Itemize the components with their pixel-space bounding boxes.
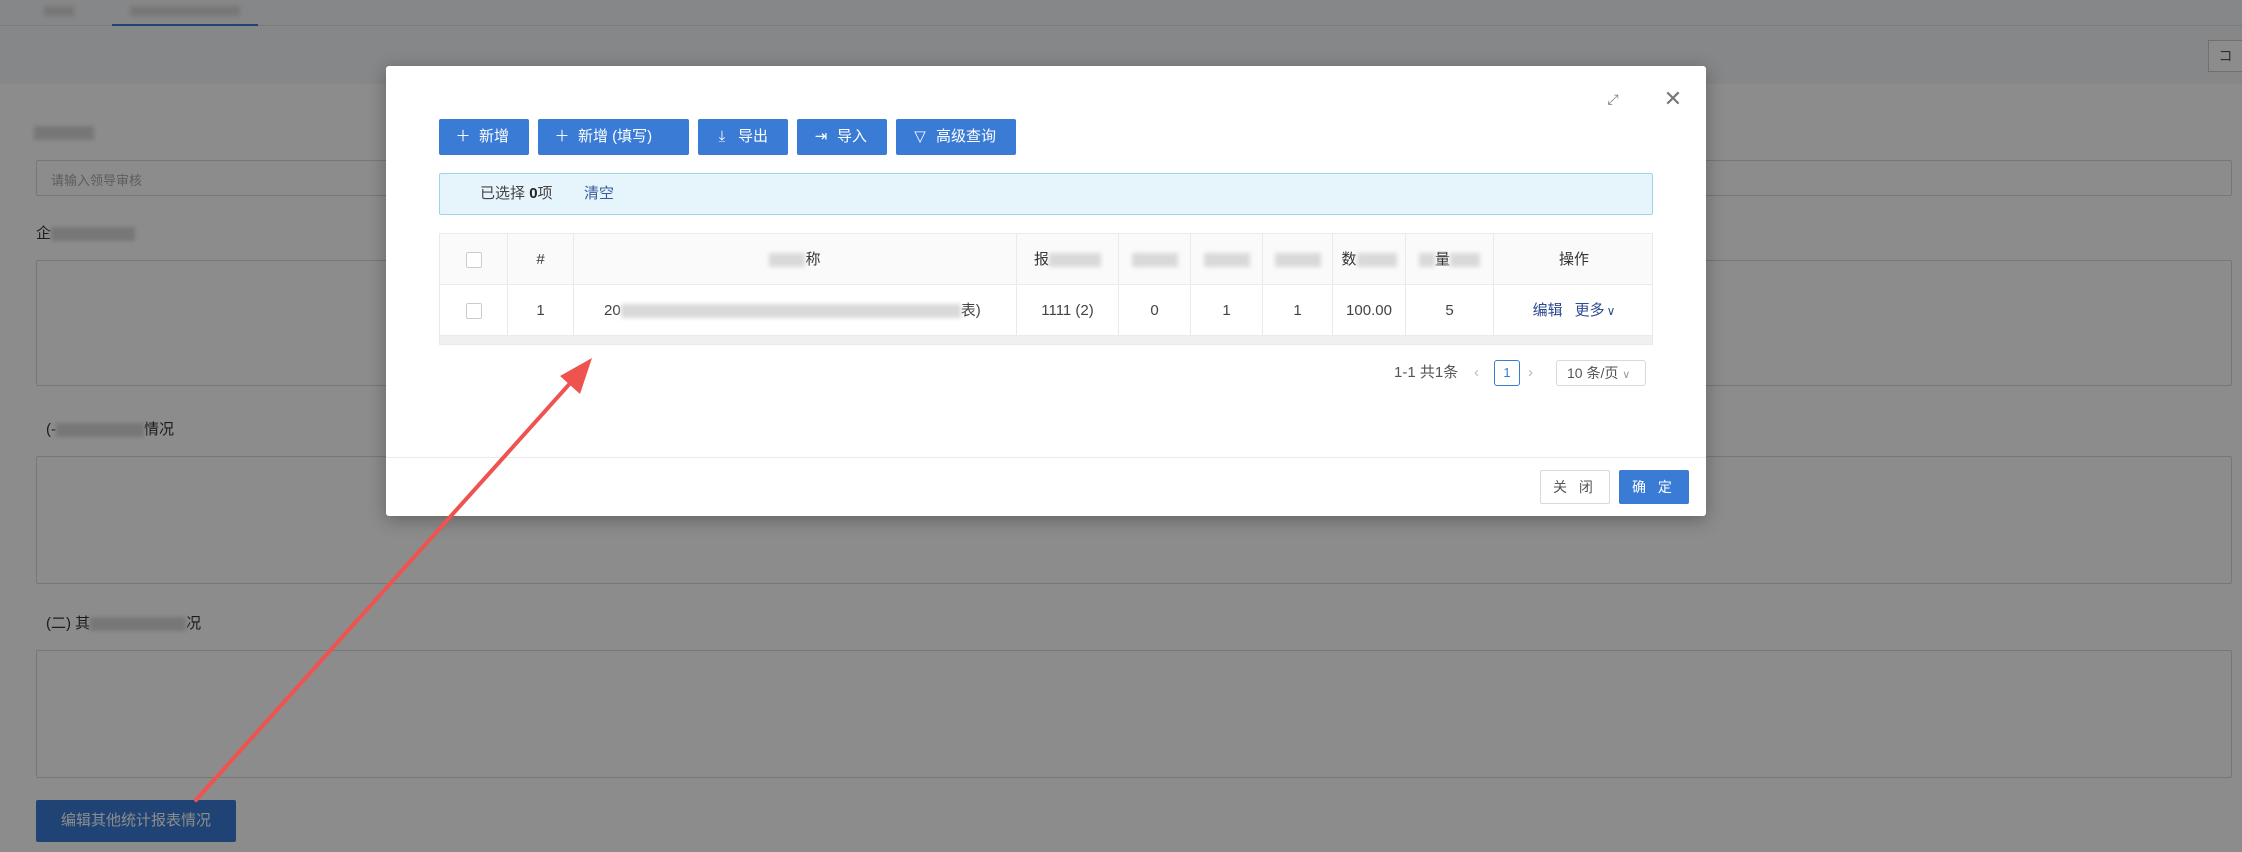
plus-icon: ＋ bbox=[455, 128, 471, 145]
table-row: 1 20 表) 1111 (2) 0 1 1 100.00 5 编辑 更多 ∨ bbox=[440, 285, 1652, 336]
header-col6 bbox=[1263, 234, 1333, 285]
row-name: 20 表) bbox=[574, 285, 1017, 336]
plus-icon: ＋ bbox=[554, 128, 570, 145]
header-index: # bbox=[508, 234, 574, 285]
row-actions: 编辑 更多 ∨ bbox=[1494, 285, 1654, 336]
clear-selection-link[interactable]: 清空 bbox=[584, 174, 614, 214]
row-checkbox[interactable] bbox=[465, 303, 482, 320]
more-dropdown[interactable]: 更多 ∨ bbox=[1575, 302, 1616, 319]
pagination-total: 1-1 共1条 bbox=[1394, 364, 1459, 381]
header-select-all bbox=[440, 234, 508, 285]
row-col4: 0 bbox=[1119, 285, 1191, 336]
row-col5: 1 bbox=[1191, 285, 1263, 336]
chevron-down-icon: ∨ bbox=[1606, 304, 1616, 318]
close-button[interactable]: 关 闭 bbox=[1540, 470, 1610, 504]
row-select-cell bbox=[440, 285, 508, 336]
next-page-icon[interactable]: › bbox=[1528, 360, 1533, 386]
report-modal: ⤢ ✕ ＋新增 ＋新增 (填写) ⤓ 导出 ⇥ 导入 ▽ 高级查询 已选择 0项 清空… bbox=[386, 66, 1706, 516]
header-col8: 量 bbox=[1406, 234, 1494, 285]
selection-alert: 已选择 0项 清空 bbox=[439, 173, 1653, 215]
selection-count: 已选择 0项 bbox=[480, 185, 553, 202]
edit-link[interactable]: 编辑 bbox=[1533, 302, 1563, 319]
page-size-select[interactable]: 10 条/页 ∨ bbox=[1556, 360, 1646, 386]
import-icon: ⇥ bbox=[814, 128, 828, 145]
advanced-query-button[interactable]: ▽ 高级查询 bbox=[896, 119, 1016, 155]
row-col6: 1 bbox=[1263, 285, 1333, 336]
row-col8: 5 bbox=[1406, 285, 1494, 336]
table-header-row: # 称 报 数 量 操作 bbox=[440, 234, 1652, 285]
header-col4 bbox=[1119, 234, 1191, 285]
prev-page-icon[interactable]: ‹ bbox=[1474, 360, 1479, 386]
header-col3: 报 bbox=[1017, 234, 1119, 285]
table-horizontal-scrollbar[interactable] bbox=[440, 336, 1652, 344]
confirm-button[interactable]: 确 定 bbox=[1619, 470, 1689, 504]
maximize-icon[interactable]: ⤢ bbox=[1600, 86, 1626, 112]
filter-icon: ▽ bbox=[914, 128, 926, 145]
header-col7: 数 bbox=[1333, 234, 1406, 285]
select-all-checkbox[interactable] bbox=[465, 252, 482, 269]
add-fill-button[interactable]: ＋新增 (填写) bbox=[538, 119, 689, 155]
download-icon: ⤓ bbox=[718, 128, 726, 145]
row-col7: 100.00 bbox=[1333, 285, 1406, 336]
data-table: # 称 报 数 量 操作 1 20 表) 1111 (2) 0 1 1 100.0… bbox=[439, 233, 1653, 345]
row-col3: 1111 (2) bbox=[1017, 285, 1119, 336]
import-button[interactable]: ⇥ 导入 bbox=[797, 119, 887, 155]
modal-footer: 关 闭 确 定 bbox=[386, 457, 1706, 516]
close-icon[interactable]: ✕ bbox=[1660, 86, 1686, 112]
row-index: 1 bbox=[508, 285, 574, 336]
export-button[interactable]: ⤓ 导出 bbox=[698, 119, 788, 155]
header-actions: 操作 bbox=[1558, 251, 1589, 268]
header-col5 bbox=[1191, 234, 1263, 285]
header-name: 称 bbox=[574, 234, 1017, 285]
add-button[interactable]: ＋新增 bbox=[439, 119, 529, 155]
chevron-down-icon: ∨ bbox=[1622, 369, 1631, 381]
page-1-button[interactable]: 1 bbox=[1494, 360, 1520, 386]
